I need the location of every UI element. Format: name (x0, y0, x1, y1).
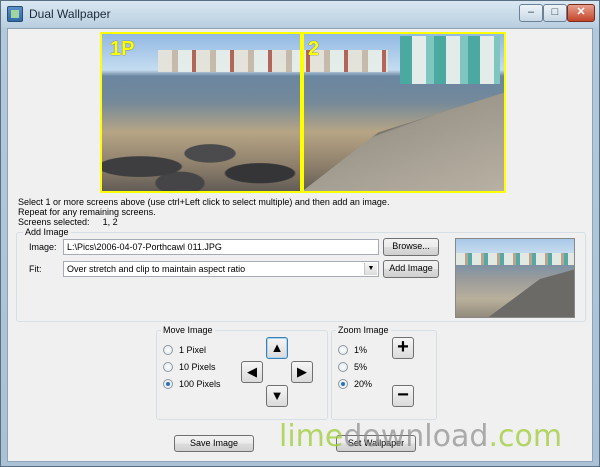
app-window: Dual Wallpaper – □ ✕ 1P 2 Select 1 or mo… (0, 0, 600, 467)
radio-1-pixel[interactable] (163, 345, 173, 355)
image-thumbnail (455, 238, 575, 318)
window-title: Dual Wallpaper (29, 7, 111, 21)
watermark-part-domain: .com (488, 419, 563, 454)
zoom-option-5-percent[interactable]: 5% (338, 362, 378, 374)
radio-10-pixels[interactable] (163, 362, 173, 372)
move-image-group: Move Image 1 Pixel 10 Pixels 100 Pixels … (156, 325, 328, 420)
wallpaper-preview: 1P 2 (100, 32, 506, 193)
move-option-label: 100 Pixels (179, 379, 221, 389)
title-bar[interactable]: Dual Wallpaper – □ ✕ (1, 1, 599, 27)
zoom-image-group: Zoom Image 1% 5% 20% + − (331, 325, 437, 420)
watermark-logo: limedownload.com (279, 419, 562, 454)
app-icon (7, 6, 23, 22)
zoom-out-button[interactable]: − (392, 385, 414, 407)
move-down-button[interactable]: ▼ (266, 385, 288, 407)
client-area: 1P 2 Select 1 or more screens above (use… (7, 28, 593, 462)
move-image-title: Move Image (161, 325, 215, 335)
fit-select-value: Over stretch and clip to maintain aspect… (67, 264, 246, 274)
zoom-option-20-percent[interactable]: 20% (338, 379, 378, 391)
screens-selected: Screens selected: 1, 2 (18, 217, 389, 227)
image-path-field[interactable]: L:\Pics\2006-04-07-Porthcawl 011.JPG (63, 239, 379, 255)
instructions: Select 1 or more screens above (use ctrl… (18, 197, 389, 227)
screen-2-label: 2 (308, 38, 320, 60)
zoom-option-label: 5% (354, 362, 368, 372)
screens-selected-label: Screens selected: (18, 217, 90, 227)
fit-select[interactable]: Over stretch and clip to maintain aspect… (63, 261, 379, 277)
move-up-button[interactable]: ▲ (266, 337, 288, 359)
radio-zoom-20[interactable] (338, 379, 348, 389)
screen-1-region[interactable]: 1P (100, 32, 302, 193)
minimize-button[interactable]: – (519, 4, 543, 22)
zoom-option-1-percent[interactable]: 1% (338, 345, 378, 357)
move-option-1-pixel[interactable]: 1 Pixel (163, 345, 233, 357)
add-image-button[interactable]: Add Image (383, 260, 439, 278)
move-option-100-pixels[interactable]: 100 Pixels (163, 379, 233, 391)
add-image-title: Add Image (23, 227, 71, 237)
thumbnail-buildings (456, 253, 574, 265)
save-image-button[interactable]: Save Image (174, 435, 254, 452)
move-option-label: 1 Pixel (179, 345, 207, 355)
move-option-label: 10 Pixels (179, 362, 216, 372)
add-image-group: Add Image Image: L:\Pics\2006-04-07-Port… (16, 227, 586, 322)
fit-label: Fit: (29, 264, 42, 274)
instruction-line-1: Select 1 or more screens above (use ctrl… (18, 197, 390, 207)
zoom-option-label: 20% (354, 379, 373, 389)
move-option-10-pixels[interactable]: 10 Pixels (163, 362, 233, 374)
close-button[interactable]: ✕ (567, 4, 595, 22)
chevron-down-icon: ▼ (364, 263, 377, 275)
zoom-option-label: 1% (354, 345, 368, 355)
screen-1-label: 1P (110, 38, 135, 60)
browse-button[interactable]: Browse... (383, 238, 439, 256)
screen-2-region[interactable]: 2 (302, 32, 506, 193)
zoom-image-title: Zoom Image (336, 325, 391, 335)
radio-100-pixels[interactable] (163, 379, 173, 389)
watermark-part-lime: lime (279, 419, 344, 454)
radio-zoom-1[interactable] (338, 345, 348, 355)
image-label: Image: (29, 242, 57, 252)
zoom-in-button[interactable]: + (392, 337, 414, 359)
maximize-button[interactable]: □ (543, 4, 567, 22)
move-left-button[interactable]: ◀ (241, 361, 263, 383)
thumbnail-sea-wall (486, 269, 574, 317)
radio-zoom-5[interactable] (338, 362, 348, 372)
instruction-line-2: Repeat for any remaining screens. (18, 207, 156, 217)
move-right-button[interactable]: ▶ (291, 361, 313, 383)
screens-selected-value: 1, 2 (102, 217, 118, 227)
watermark-part-download: download (343, 419, 489, 454)
